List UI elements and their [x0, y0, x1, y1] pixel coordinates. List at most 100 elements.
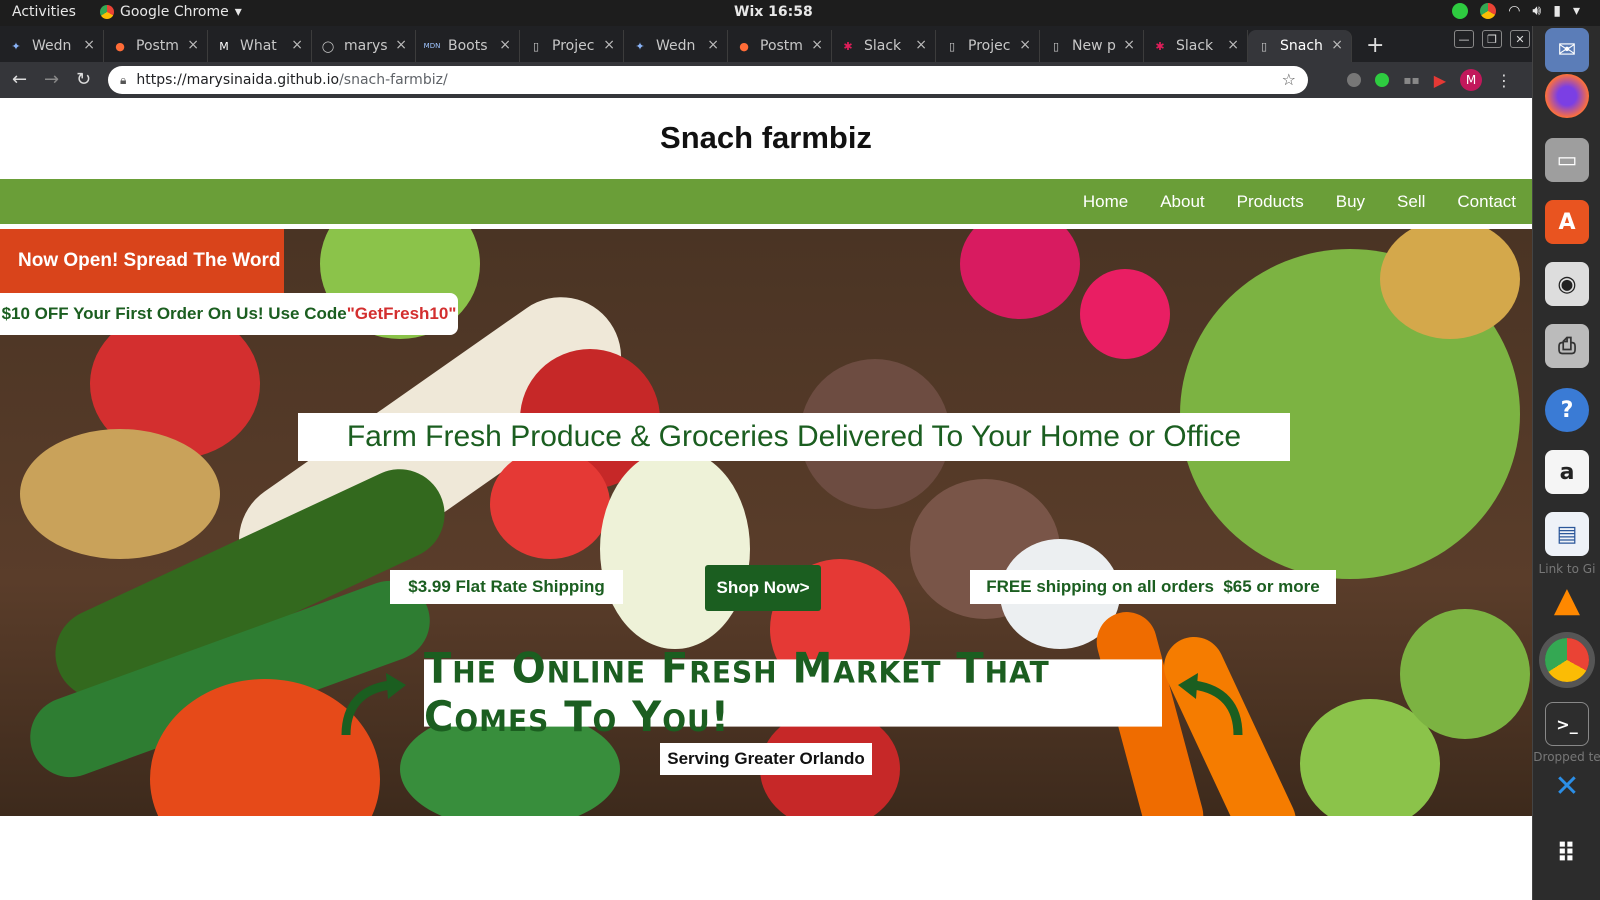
- curved-arrow-left-icon: [341, 673, 406, 736]
- terminal-icon[interactable]: >_: [1545, 702, 1589, 746]
- close-tab-icon[interactable]: ×: [915, 37, 927, 53]
- app-menu[interactable]: Google Chrome ▾: [100, 4, 242, 20]
- shop-now-button[interactable]: Shop Now>: [705, 565, 821, 611]
- printer-icon[interactable]: ⎙: [1545, 324, 1589, 368]
- nav-sell[interactable]: Sell: [1397, 192, 1425, 212]
- nav-home[interactable]: Home: [1083, 192, 1128, 212]
- close-tab-icon[interactable]: ×: [499, 37, 511, 53]
- browser-tab[interactable]: ✱ Slack ×: [832, 30, 936, 62]
- tab-label: What: [240, 38, 277, 54]
- address-bar[interactable]: 🔒︎ https://marysinaida.github.io /snach-…: [108, 66, 1308, 94]
- wifi-icon: ◠: [1508, 3, 1521, 19]
- close-tab-icon[interactable]: ×: [291, 37, 303, 53]
- vscode-icon[interactable]: ✕: [1545, 764, 1589, 808]
- browser-tab[interactable]: ▯ Projec ×: [520, 30, 624, 62]
- minimize-button[interactable]: —: [1454, 30, 1474, 48]
- browser-tab[interactable]: ✦ Wedn ×: [624, 30, 728, 62]
- postman-icon: ●: [115, 39, 125, 53]
- browser-tab[interactable]: M What ×: [208, 30, 312, 62]
- tab-strip: ✦ Wedn × ● Postm × M What × ◯ marys × MDN Boots × ▯ Proj…: [0, 26, 1532, 62]
- new-tab-button[interactable]: +: [1366, 33, 1384, 58]
- nav-buy[interactable]: Buy: [1336, 192, 1365, 212]
- close-tab-icon[interactable]: ×: [603, 37, 615, 53]
- free-shipping-badge: FREE shipping on all orders $65 or more: [970, 570, 1336, 604]
- close-tab-icon[interactable]: ×: [395, 37, 407, 53]
- help-icon[interactable]: ?: [1545, 388, 1589, 432]
- page-icon: ▯: [948, 39, 956, 53]
- forward-button[interactable]: →: [44, 69, 59, 90]
- app-menu-label: Google Chrome: [120, 4, 229, 20]
- back-button[interactable]: ←: [12, 69, 27, 90]
- cast-extension-icon[interactable]: ▶: [1434, 71, 1446, 90]
- browser-tab[interactable]: ▯ New p ×: [1040, 30, 1144, 62]
- close-tab-icon[interactable]: ×: [1123, 37, 1135, 53]
- close-tab-icon[interactable]: ×: [811, 37, 823, 53]
- software-center-icon[interactable]: A: [1545, 200, 1589, 244]
- browser-tab[interactable]: ● Postm ×: [104, 30, 208, 62]
- slack-icon: ✱: [843, 39, 853, 53]
- extension-icon[interactable]: ▪▪: [1403, 73, 1419, 87]
- chrome-dock-icon[interactable]: [1545, 638, 1589, 682]
- slack-icon: ✱: [1155, 39, 1165, 53]
- battery-icon: ▮: [1553, 3, 1561, 19]
- activities-button[interactable]: Activities: [12, 4, 76, 20]
- browser-tab[interactable]: ▯ Projec ×: [936, 30, 1040, 62]
- volume-icon: 🔊︎: [1532, 3, 1542, 19]
- tab-label: marys: [344, 38, 388, 54]
- launcher-dock: ✉ ▭ A ◉ ⎙ ? a ▤ Link to Gi ▲ >_ Dropped …: [1532, 26, 1600, 900]
- shield-extension-icon[interactable]: [1347, 73, 1362, 87]
- status-dot-icon: [1452, 3, 1469, 19]
- nav-contact[interactable]: Contact: [1457, 192, 1516, 212]
- browser-tab[interactable]: ◯ marys ×: [312, 30, 416, 62]
- close-tab-icon[interactable]: ×: [1227, 37, 1239, 53]
- chrome-tray-icon: [1480, 3, 1497, 19]
- tab-label: Slack: [864, 38, 902, 54]
- show-applications-icon[interactable]: ⠿: [1545, 832, 1589, 876]
- close-tab-icon[interactable]: ×: [1331, 37, 1343, 53]
- browser-tab[interactable]: ✦ Wedn ×: [0, 30, 104, 62]
- medium-icon: M: [219, 39, 229, 53]
- profile-avatar[interactable]: M: [1460, 69, 1482, 91]
- thunderbird-icon[interactable]: ✉: [1545, 28, 1589, 72]
- page-icon: ▯: [1260, 39, 1268, 53]
- nav-about[interactable]: About: [1160, 192, 1204, 212]
- page-icon: ▯: [1052, 39, 1060, 53]
- green-extension-icon[interactable]: [1375, 73, 1390, 87]
- document-icon[interactable]: ▤: [1545, 512, 1589, 556]
- nav-products[interactable]: Products: [1237, 192, 1304, 212]
- announcement-banner: Now Open! Spread The Word: [0, 229, 284, 293]
- promo-text: $10 OFF Your First Order On Us! Use Code: [1, 304, 347, 323]
- bookmark-star-icon[interactable]: ☆: [1282, 70, 1296, 89]
- browser-tab[interactable]: ▯ Snach ×: [1248, 30, 1352, 62]
- files-icon[interactable]: ▭: [1545, 138, 1589, 182]
- headline-banner: Farm Fresh Produce & Groceries Delivered…: [298, 413, 1290, 461]
- browser-tab[interactable]: ✱ Slack ×: [1144, 30, 1248, 62]
- browser-toolbar: ← → ↻ 🔒︎ https://marysinaida.github.io /…: [0, 62, 1532, 98]
- close-tab-icon[interactable]: ×: [1019, 37, 1031, 53]
- page-icon: ▯: [532, 39, 540, 53]
- firefox-icon[interactable]: [1545, 74, 1589, 118]
- clock[interactable]: Wix 16:58: [734, 4, 813, 20]
- close-tab-icon[interactable]: ×: [187, 37, 199, 53]
- browser-tab[interactable]: MDN Boots ×: [416, 30, 520, 62]
- rhythmbox-icon[interactable]: ◉: [1545, 262, 1589, 306]
- amazon-icon[interactable]: a: [1545, 450, 1589, 494]
- chevron-down-icon: ▾: [234, 4, 242, 20]
- url-path: /snach-farmbiz/: [339, 72, 448, 88]
- site-navbar: Home About Products Buy Sell Contact: [0, 179, 1532, 224]
- dock-label-dropped: Dropped te: [1533, 750, 1600, 764]
- tab-label: Projec: [552, 38, 595, 54]
- restore-button[interactable]: ❐: [1482, 30, 1502, 48]
- system-tray[interactable]: ◠ 🔊︎ ▮ ▾: [1452, 3, 1580, 19]
- reload-button[interactable]: ↻: [76, 69, 91, 90]
- menu-kebab-icon[interactable]: ⋮: [1496, 71, 1512, 90]
- tab-label: Wedn: [656, 38, 696, 54]
- close-tab-icon[interactable]: ×: [707, 37, 719, 53]
- browser-tab[interactable]: ● Postm ×: [728, 30, 832, 62]
- tab-label: Postm: [760, 38, 803, 54]
- vlc-icon[interactable]: ▲: [1545, 578, 1589, 622]
- close-tab-icon[interactable]: ×: [83, 37, 95, 53]
- close-window-button[interactable]: ✕: [1510, 30, 1530, 48]
- mdn-icon: MDN: [423, 42, 441, 50]
- lock-icon: 🔒︎: [120, 72, 127, 87]
